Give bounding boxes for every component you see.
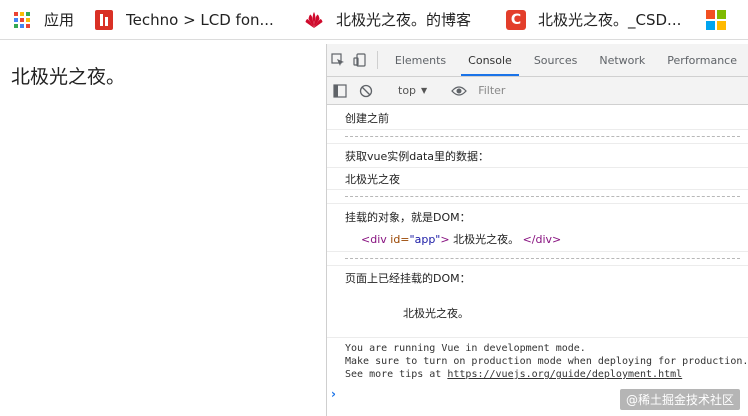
console-prompt-icon[interactable]: ›: [331, 387, 336, 401]
console-filter-input[interactable]: Filter: [478, 84, 505, 97]
apps-grid-icon: [12, 10, 32, 30]
toolbar-divider: [377, 51, 378, 69]
vue-dev-notice: See more tips at https://vuejs.org/guide…: [345, 369, 748, 380]
csdn-letter: C: [506, 9, 527, 30]
clear-console-icon[interactable]: [353, 77, 379, 105]
device-toolbar-icon[interactable]: [349, 44, 371, 76]
tab-sources[interactable]: Sources: [523, 44, 589, 76]
console-element-node[interactable]: <div id="app"> 北极光之夜。 </div>: [361, 231, 748, 247]
bookmark-csdn[interactable]: C 北极光之夜。_CSD...: [494, 0, 694, 39]
watermark: @稀土掘金技术社区: [619, 389, 740, 410]
bookmark-csdn-label: 北极光之夜。_CSD...: [538, 11, 682, 29]
element-attr-name: id=: [386, 233, 410, 246]
message-separator: [327, 203, 748, 204]
bookmark-huawei-blog[interactable]: 北极光之夜。的博客: [292, 0, 494, 39]
page-app-text: 北极光之夜。: [11, 66, 126, 88]
console-log-line: 挂载的对象，就是DOM：: [345, 211, 471, 224]
console-divider-line: [345, 258, 740, 259]
bookmarks-bar: 应用 Techno > LCD fon... 北极光之夜。的博客 C 北极光之夜…: [0, 0, 748, 40]
dropdown-caret-icon: ▼: [421, 86, 428, 95]
csdn-favicon-icon: C: [506, 9, 527, 30]
bookmark-apps-label: 应用: [44, 11, 75, 29]
tab-console[interactable]: Console: [457, 44, 523, 76]
tab-performance[interactable]: Performance: [656, 44, 748, 76]
techno-favicon-icon: [94, 9, 114, 30]
bookmark-techno[interactable]: Techno > LCD fon...: [82, 0, 292, 39]
vue-tips-prefix: See more tips at: [345, 369, 448, 380]
context-selector[interactable]: top ▼: [392, 84, 433, 97]
console-toolbar: top ▼ Filter: [327, 77, 748, 105]
message-separator: [327, 265, 748, 266]
bookmark-techno-label: Techno > LCD fon...: [126, 10, 274, 29]
live-expression-eye-icon[interactable]: [446, 77, 472, 105]
message-separator: [327, 337, 748, 338]
tab-network[interactable]: Network: [588, 44, 656, 76]
console-mounted-dom[interactable]: 北极光之夜。: [403, 305, 748, 321]
console-divider-line: [345, 136, 740, 137]
console-log-line: 创建之前: [345, 112, 389, 125]
devtools-tab-bar: Elements Console Sources Network Perform…: [327, 44, 748, 77]
message-separator: [327, 167, 748, 168]
console-sidebar-icon[interactable]: [327, 77, 353, 105]
bookmark-apps[interactable]: 应用: [0, 0, 82, 39]
tab-elements[interactable]: Elements: [384, 44, 457, 76]
context-selector-value: top: [398, 84, 417, 97]
vue-dev-notice: You are running Vue in development mode.: [345, 343, 586, 354]
bookmark-microsoft[interactable]: [694, 0, 746, 39]
console-log-line: 页面上已经挂载的DOM：: [345, 272, 471, 285]
element-text: 北极光之夜。: [449, 233, 523, 246]
console-log-line: 获取vue实例data里的数据：: [345, 150, 490, 163]
element-close-tag: </div>: [522, 233, 562, 246]
message-separator: [327, 189, 748, 190]
console-divider-line: [345, 196, 740, 197]
microsoft-favicon-icon: [706, 9, 727, 30]
inspect-element-icon[interactable]: [327, 44, 349, 76]
console-log-line: 北极光之夜: [345, 173, 400, 186]
message-separator: [327, 143, 748, 144]
element-attr-value: "app": [409, 233, 441, 246]
element-open-tag: <div: [361, 233, 387, 246]
message-separator: [327, 251, 748, 252]
element-open-bracket: >: [440, 233, 450, 246]
bookmark-huawei-label: 北极光之夜。的博客: [336, 11, 472, 29]
message-separator: [327, 129, 748, 130]
vue-dev-notice: Make sure to turn on production mode whe…: [345, 356, 748, 367]
huawei-favicon-icon: [304, 10, 324, 30]
vue-deployment-link[interactable]: https://vuejs.org/guide/deployment.html: [447, 369, 682, 380]
devtools-panel: Elements Console Sources Network Perform…: [326, 44, 748, 416]
